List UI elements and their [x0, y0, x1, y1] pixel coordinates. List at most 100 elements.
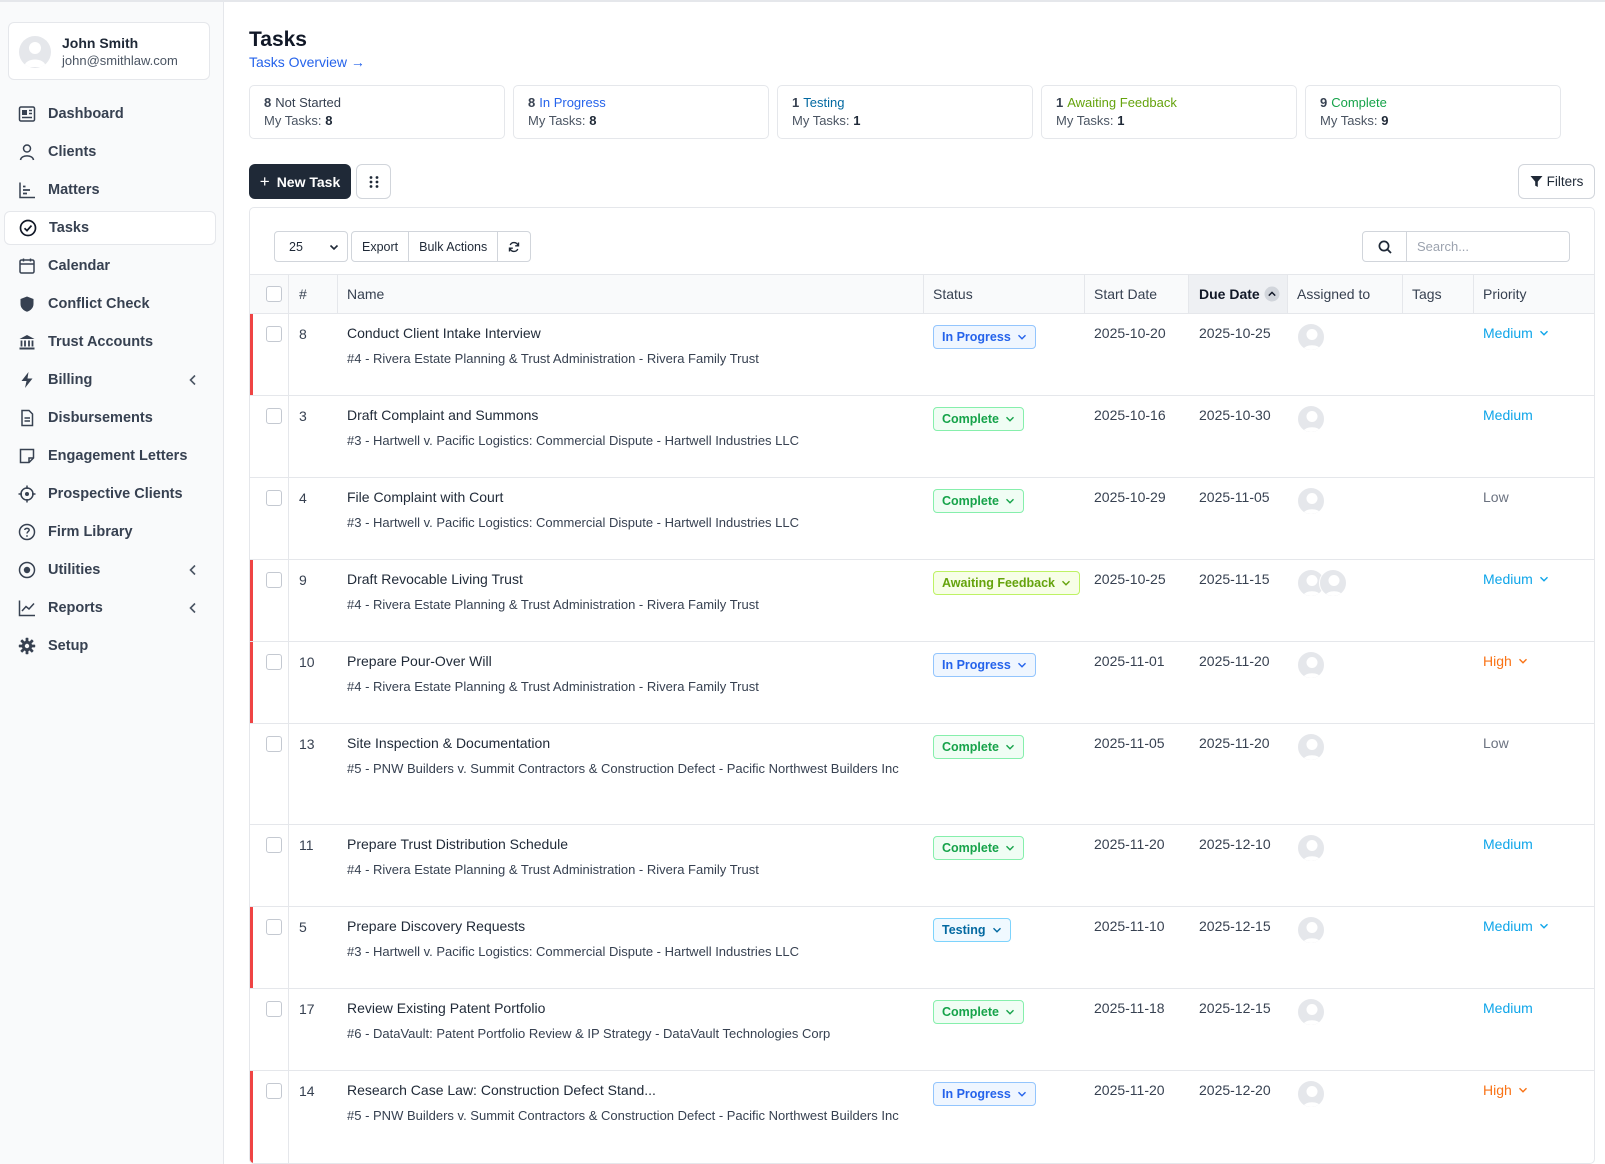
- priority-dropdown[interactable]: Medium: [1483, 407, 1533, 423]
- bulk-actions-button[interactable]: Bulk Actions: [409, 232, 499, 261]
- sidebar-item-calendar[interactable]: Calendar: [4, 249, 216, 283]
- row-checkbox[interactable]: [266, 1083, 282, 1099]
- priority-dropdown[interactable]: Medium: [1483, 325, 1549, 341]
- stat-card-testing[interactable]: 1 Testing My Tasks: 1: [777, 85, 1033, 139]
- table-row[interactable]: 9 Draft Revocable Living Trust #4 - Rivera…: [250, 560, 1594, 642]
- priority-dropdown[interactable]: Low: [1483, 489, 1509, 505]
- page-size-select[interactable]: 25: [274, 231, 348, 262]
- table-row[interactable]: 8 Conduct Client Intake Interview #4 - Riv…: [250, 314, 1594, 396]
- task-name-link[interactable]: Prepare Discovery Requests: [347, 918, 525, 934]
- sidebar-item-reports[interactable]: Reports: [4, 591, 216, 625]
- sidebar-item-trust-accounts[interactable]: Trust Accounts: [4, 325, 216, 359]
- priority-dropdown[interactable]: Medium: [1483, 918, 1549, 934]
- stat-card-not-started[interactable]: 8 Not Started My Tasks: 8: [249, 85, 505, 139]
- row-checkbox[interactable]: [266, 1001, 282, 1017]
- sidebar-item-firm-library[interactable]: Firm Library: [4, 515, 216, 549]
- sidebar-item-billing[interactable]: Billing: [4, 363, 216, 397]
- sidebar-item-clients[interactable]: Clients: [4, 135, 216, 169]
- table-row[interactable]: 17 Review Existing Patent Portfolio #6 - D…: [250, 989, 1594, 1071]
- row-checkbox[interactable]: [266, 326, 282, 342]
- filters-button[interactable]: Filters: [1518, 164, 1595, 199]
- row-checkbox[interactable]: [266, 837, 282, 853]
- task-name-link[interactable]: File Complaint with Court: [347, 489, 503, 505]
- status-dropdown[interactable]: In Progress: [933, 1082, 1036, 1106]
- status-dropdown[interactable]: Complete: [933, 836, 1024, 860]
- priority-dropdown[interactable]: Low: [1483, 735, 1509, 751]
- priority-dropdown[interactable]: Medium: [1483, 1000, 1533, 1016]
- stat-card-complete[interactable]: 9 Complete My Tasks: 9: [1305, 85, 1561, 139]
- col-header-start-date[interactable]: Start Date: [1094, 275, 1157, 313]
- task-name-link[interactable]: Prepare Trust Distribution Schedule: [347, 836, 568, 852]
- col-header-tags[interactable]: Tags: [1412, 275, 1442, 313]
- sidebar-item-setup[interactable]: Setup: [4, 629, 216, 663]
- export-button[interactable]: Export: [352, 232, 410, 261]
- col-header-status[interactable]: Status: [933, 275, 973, 313]
- row-checkbox[interactable]: [266, 572, 282, 588]
- status-dropdown[interactable]: Complete: [933, 407, 1024, 431]
- status-dropdown[interactable]: In Progress: [933, 325, 1036, 349]
- table-row[interactable]: 3 Draft Complaint and Summons #3 - Hartwel…: [250, 396, 1594, 478]
- sidebar-item-engagement-letters[interactable]: Engagement Letters: [4, 439, 216, 473]
- avatar[interactable]: [1297, 405, 1325, 433]
- row-checkbox[interactable]: [266, 654, 282, 670]
- status-dropdown[interactable]: Awaiting Feedback: [933, 571, 1080, 595]
- status-dropdown[interactable]: In Progress: [933, 653, 1036, 677]
- avatar[interactable]: [1319, 569, 1347, 597]
- col-header-name[interactable]: Name: [347, 275, 384, 313]
- task-name-link[interactable]: Research Case Law: Construction Defect S…: [347, 1082, 656, 1098]
- select-all-checkbox[interactable]: [266, 286, 282, 302]
- search-input[interactable]: [1407, 231, 1570, 262]
- task-name-link[interactable]: Site Inspection & Documentation: [347, 735, 550, 751]
- task-name-link[interactable]: Review Existing Patent Portfolio: [347, 1000, 545, 1016]
- stat-card-in-progress[interactable]: 8 In Progress My Tasks: 8: [513, 85, 769, 139]
- table-row[interactable]: 4 File Complaint with Court #3 - Hartwell …: [250, 478, 1594, 560]
- avatar[interactable]: [1297, 916, 1325, 944]
- table-row[interactable]: 13 Site Inspection & Documentation #5 - PN…: [250, 724, 1594, 825]
- sidebar-item-disbursements[interactable]: Disbursements: [4, 401, 216, 435]
- row-checkbox[interactable]: [266, 408, 282, 424]
- sidebar-item-tasks[interactable]: Tasks: [4, 211, 216, 245]
- priority-dropdown[interactable]: High: [1483, 1082, 1528, 1098]
- sidebar-item-prospective-clients[interactable]: Prospective Clients: [4, 477, 216, 511]
- avatar[interactable]: [1297, 834, 1325, 862]
- tasks-overview-link[interactable]: Tasks Overview →: [249, 54, 365, 70]
- sidebar-item-utilities[interactable]: Utilities: [4, 553, 216, 587]
- avatar[interactable]: [1297, 1080, 1325, 1108]
- avatar[interactable]: [1297, 998, 1325, 1026]
- refresh-button[interactable]: [498, 232, 530, 261]
- col-header-due-date[interactable]: Due Date: [1189, 275, 1287, 313]
- row-checkbox[interactable]: [266, 490, 282, 506]
- stat-card-awaiting-feedback[interactable]: 1 Awaiting Feedback My Tasks: 1: [1041, 85, 1297, 139]
- new-task-button[interactable]: + New Task: [249, 164, 351, 199]
- status-dropdown[interactable]: Testing: [933, 918, 1011, 942]
- status-dropdown[interactable]: Complete: [933, 735, 1024, 759]
- priority-dropdown[interactable]: Medium: [1483, 836, 1533, 852]
- user-card[interactable]: John Smith john@smithlaw.com: [8, 22, 210, 80]
- task-name-link[interactable]: Prepare Pour-Over Will: [347, 653, 492, 669]
- priority-dropdown[interactable]: High: [1483, 653, 1528, 669]
- status-dropdown[interactable]: Complete: [933, 1000, 1024, 1024]
- table-row[interactable]: 5 Prepare Discovery Requests #3 - Hartwell…: [250, 907, 1594, 989]
- task-name-link[interactable]: Conduct Client Intake Interview: [347, 325, 541, 341]
- table-row[interactable]: 14 Research Case Law: Construction Defect…: [250, 1071, 1594, 1163]
- sidebar-item-conflict-check[interactable]: Conflict Check: [4, 287, 216, 321]
- table-row[interactable]: 11 Prepare Trust Distribution Schedule #4 …: [250, 825, 1594, 907]
- search-button[interactable]: [1362, 231, 1407, 262]
- sidebar-item-matters[interactable]: Matters: [4, 173, 216, 207]
- avatar[interactable]: [1297, 733, 1325, 761]
- task-name-link[interactable]: Draft Revocable Living Trust: [347, 571, 523, 587]
- row-checkbox[interactable]: [266, 919, 282, 935]
- sidebar-item-dashboard[interactable]: Dashboard: [4, 97, 216, 131]
- avatar[interactable]: [1297, 487, 1325, 515]
- col-header-num[interactable]: #: [299, 275, 307, 313]
- task-name-link[interactable]: Draft Complaint and Summons: [347, 407, 538, 423]
- col-header-assigned[interactable]: Assigned to: [1297, 275, 1370, 313]
- row-checkbox[interactable]: [266, 736, 282, 752]
- avatar[interactable]: [1297, 651, 1325, 679]
- col-header-priority[interactable]: Priority: [1483, 275, 1527, 313]
- table-row[interactable]: 10 Prepare Pour-Over Will #4 - Rivera Esta…: [250, 642, 1594, 724]
- priority-dropdown[interactable]: Medium: [1483, 571, 1549, 587]
- status-dropdown[interactable]: Complete: [933, 489, 1024, 513]
- kanban-toggle-button[interactable]: [356, 164, 391, 199]
- avatar[interactable]: [1297, 323, 1325, 351]
